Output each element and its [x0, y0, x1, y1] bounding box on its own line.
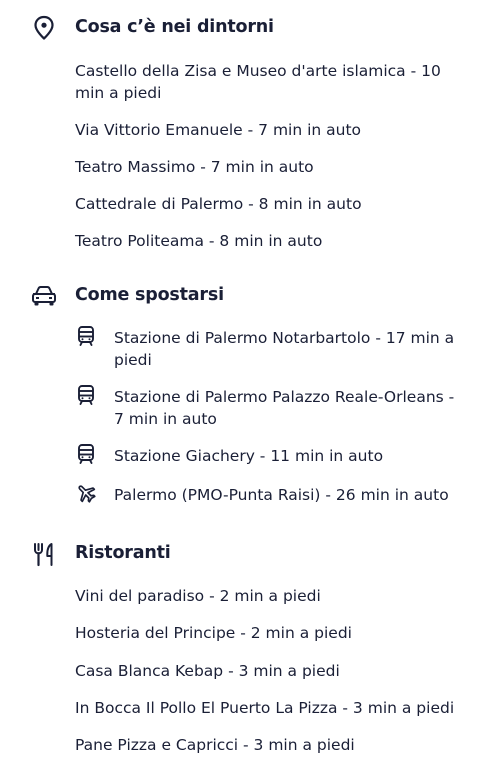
restaurants-header: Ristoranti: [0, 540, 488, 570]
nearby-item: Teatro Politeama - 8 min in auto: [75, 232, 323, 250]
transport-item-label: Stazione Giachery - 11 min in auto: [114, 447, 384, 465]
transport-item-label: Stazione di Palermo Notarbartolo - 17 mi…: [114, 329, 455, 369]
airplane-icon: [75, 482, 97, 504]
transport-item-label: Stazione di Palermo Palazzo Reale-Orlean…: [114, 388, 455, 428]
nearby-section: Cosa c’è nei dintorni: [0, 14, 488, 44]
restaurant-item: Hosteria del Principe - 2 min a piedi: [75, 624, 352, 642]
nearby-item: Via Vittorio Emanuele - 7 min in auto: [75, 121, 362, 139]
transport-header: Come spostarsi: [0, 282, 488, 312]
restaurant-item: Casa Blanca Kebap - 3 min a piedi: [75, 662, 340, 680]
restaurants-section: Ristoranti: [0, 540, 488, 570]
transport-title: Come spostarsi: [75, 285, 224, 305]
car-icon: [30, 282, 58, 310]
nearby-item: Castello della Zisa e Museo d'arte islam…: [75, 62, 441, 102]
train-icon: [75, 443, 97, 465]
transport-section: Come spostarsi: [0, 282, 488, 312]
restaurant-item: Pane Pizza e Capricci - 3 min a piedi: [75, 736, 355, 754]
nearby-header: Cosa c’è nei dintorni: [0, 14, 488, 44]
nearby-item: Teatro Massimo - 7 min in auto: [75, 158, 314, 176]
restaurant-item: Vini del paradiso - 2 min a piedi: [75, 587, 321, 605]
restaurants-title: Ristoranti: [75, 543, 171, 563]
transport-item-label: Palermo (PMO-Punta Raisi) - 26 min in au…: [114, 486, 449, 504]
train-icon: [75, 384, 97, 406]
fork-knife-icon: [30, 540, 58, 568]
nearby-title: Cosa c’è nei dintorni: [75, 17, 274, 37]
restaurant-item: In Bocca Il Pollo El Puerto La Pizza - 3…: [75, 699, 455, 717]
train-icon: [75, 325, 97, 347]
location-pin-icon: [30, 14, 58, 42]
nearby-item: Cattedrale di Palermo - 8 min in auto: [75, 195, 362, 213]
